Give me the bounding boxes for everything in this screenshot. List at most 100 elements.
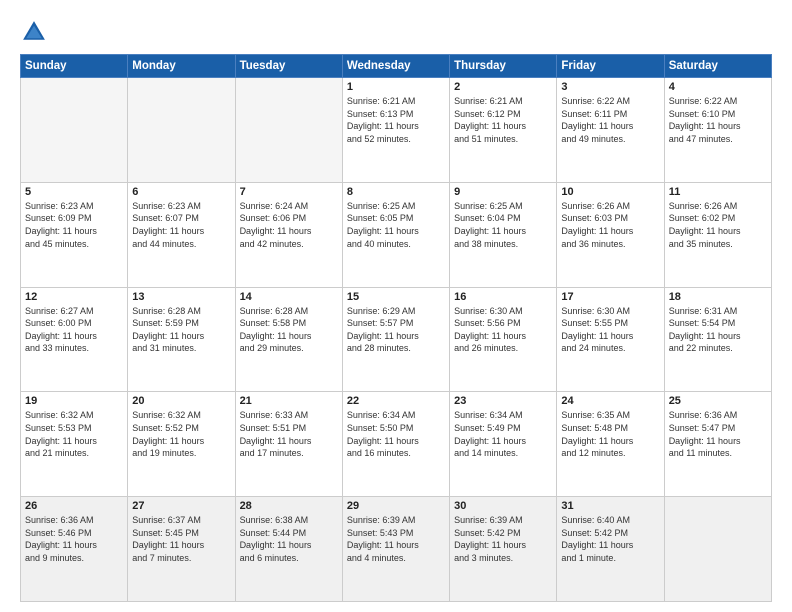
calendar-cell: 11 Sunrise: 6:26 AM Sunset: 6:02 PM Dayli…	[664, 182, 771, 287]
day-number: 27	[132, 500, 230, 512]
day-number: 1	[347, 81, 445, 93]
day-number: 20	[132, 395, 230, 407]
cell-info: Sunrise: 6:37 AM Sunset: 5:45 PM Dayligh…	[132, 514, 230, 564]
day-number: 8	[347, 186, 445, 198]
cell-info: Sunrise: 6:38 AM Sunset: 5:44 PM Dayligh…	[240, 514, 338, 564]
cell-info: Sunrise: 6:22 AM Sunset: 6:11 PM Dayligh…	[561, 95, 659, 145]
day-number: 6	[132, 186, 230, 198]
day-number: 28	[240, 500, 338, 512]
day-number: 14	[240, 291, 338, 303]
day-number: 17	[561, 291, 659, 303]
calendar-cell: 17 Sunrise: 6:30 AM Sunset: 5:55 PM Dayli…	[557, 287, 664, 392]
calendar-cell: 26 Sunrise: 6:36 AM Sunset: 5:46 PM Dayli…	[21, 497, 128, 602]
cell-info: Sunrise: 6:31 AM Sunset: 5:54 PM Dayligh…	[669, 305, 767, 355]
header	[20, 18, 772, 46]
calendar-cell	[128, 78, 235, 183]
calendar-cell: 12 Sunrise: 6:27 AM Sunset: 6:00 PM Dayli…	[21, 287, 128, 392]
calendar-page: SundayMondayTuesdayWednesdayThursdayFrid…	[0, 0, 792, 612]
weekday-header-sunday: Sunday	[21, 55, 128, 78]
cell-info: Sunrise: 6:35 AM Sunset: 5:48 PM Dayligh…	[561, 409, 659, 459]
week-row-4: 19 Sunrise: 6:32 AM Sunset: 5:53 PM Dayli…	[21, 392, 772, 497]
calendar-cell: 15 Sunrise: 6:29 AM Sunset: 5:57 PM Dayli…	[342, 287, 449, 392]
cell-info: Sunrise: 6:30 AM Sunset: 5:55 PM Dayligh…	[561, 305, 659, 355]
weekday-header-row: SundayMondayTuesdayWednesdayThursdayFrid…	[21, 55, 772, 78]
cell-info: Sunrise: 6:28 AM Sunset: 5:58 PM Dayligh…	[240, 305, 338, 355]
cell-info: Sunrise: 6:34 AM Sunset: 5:49 PM Dayligh…	[454, 409, 552, 459]
day-number: 23	[454, 395, 552, 407]
calendar-cell: 29 Sunrise: 6:39 AM Sunset: 5:43 PM Dayli…	[342, 497, 449, 602]
calendar-cell: 30 Sunrise: 6:39 AM Sunset: 5:42 PM Dayli…	[450, 497, 557, 602]
day-number: 26	[25, 500, 123, 512]
calendar-cell: 22Sunrise: 6:34 AM Sunset: 5:50 PM Dayli…	[342, 392, 449, 497]
cell-info: Sunrise: 6:22 AM Sunset: 6:10 PM Dayligh…	[669, 95, 767, 145]
cell-info: Sunrise: 6:39 AM Sunset: 5:42 PM Dayligh…	[454, 514, 552, 564]
day-number: 2	[454, 81, 552, 93]
week-row-3: 12 Sunrise: 6:27 AM Sunset: 6:00 PM Dayli…	[21, 287, 772, 392]
calendar-cell: 19 Sunrise: 6:32 AM Sunset: 5:53 PM Dayli…	[21, 392, 128, 497]
day-number: 29	[347, 500, 445, 512]
cell-info: Sunrise: 6:26 AM Sunset: 6:02 PM Dayligh…	[669, 200, 767, 250]
calendar-cell: 25Sunrise: 6:36 AM Sunset: 5:47 PM Dayli…	[664, 392, 771, 497]
day-number: 12	[25, 291, 123, 303]
logo-icon	[20, 18, 48, 46]
weekday-header-tuesday: Tuesday	[235, 55, 342, 78]
day-number: 4	[669, 81, 767, 93]
calendar-cell: 8 Sunrise: 6:25 AM Sunset: 6:05 PM Daylig…	[342, 182, 449, 287]
cell-info: Sunrise: 6:36 AM Sunset: 5:46 PM Dayligh…	[25, 514, 123, 564]
weekday-header-monday: Monday	[128, 55, 235, 78]
cell-info: Sunrise: 6:32 AM Sunset: 5:52 PM Dayligh…	[132, 409, 230, 459]
cell-info: Sunrise: 6:24 AM Sunset: 6:06 PM Dayligh…	[240, 200, 338, 250]
day-number: 19	[25, 395, 123, 407]
cell-info: Sunrise: 6:29 AM Sunset: 5:57 PM Dayligh…	[347, 305, 445, 355]
day-number: 30	[454, 500, 552, 512]
calendar-table: SundayMondayTuesdayWednesdayThursdayFrid…	[20, 54, 772, 602]
weekday-header-thursday: Thursday	[450, 55, 557, 78]
cell-info: Sunrise: 6:28 AM Sunset: 5:59 PM Dayligh…	[132, 305, 230, 355]
cell-info: Sunrise: 6:40 AM Sunset: 5:42 PM Dayligh…	[561, 514, 659, 564]
day-number: 10	[561, 186, 659, 198]
cell-info: Sunrise: 6:21 AM Sunset: 6:13 PM Dayligh…	[347, 95, 445, 145]
calendar-cell: 20 Sunrise: 6:32 AM Sunset: 5:52 PM Dayli…	[128, 392, 235, 497]
calendar-cell: 14 Sunrise: 6:28 AM Sunset: 5:58 PM Dayli…	[235, 287, 342, 392]
cell-info: Sunrise: 6:32 AM Sunset: 5:53 PM Dayligh…	[25, 409, 123, 459]
day-number: 16	[454, 291, 552, 303]
weekday-header-wednesday: Wednesday	[342, 55, 449, 78]
calendar-cell: 13 Sunrise: 6:28 AM Sunset: 5:59 PM Dayli…	[128, 287, 235, 392]
calendar-cell: 4 Sunrise: 6:22 AM Sunset: 6:10 PM Daylig…	[664, 78, 771, 183]
day-number: 21	[240, 395, 338, 407]
calendar-cell: 16Sunrise: 6:30 AM Sunset: 5:56 PM Dayli…	[450, 287, 557, 392]
calendar-cell: 18Sunrise: 6:31 AM Sunset: 5:54 PM Dayli…	[664, 287, 771, 392]
calendar-cell: 27 Sunrise: 6:37 AM Sunset: 5:45 PM Dayli…	[128, 497, 235, 602]
day-number: 11	[669, 186, 767, 198]
cell-info: Sunrise: 6:25 AM Sunset: 6:05 PM Dayligh…	[347, 200, 445, 250]
week-row-5: 26 Sunrise: 6:36 AM Sunset: 5:46 PM Dayli…	[21, 497, 772, 602]
day-number: 9	[454, 186, 552, 198]
logo	[20, 18, 52, 46]
cell-info: Sunrise: 6:21 AM Sunset: 6:12 PM Dayligh…	[454, 95, 552, 145]
cell-info: Sunrise: 6:27 AM Sunset: 6:00 PM Dayligh…	[25, 305, 123, 355]
calendar-cell: 31 Sunrise: 6:40 AM Sunset: 5:42 PM Dayli…	[557, 497, 664, 602]
calendar-cell: 7 Sunrise: 6:24 AM Sunset: 6:06 PM Daylig…	[235, 182, 342, 287]
cell-info: Sunrise: 6:34 AM Sunset: 5:50 PM Dayligh…	[347, 409, 445, 459]
cell-info: Sunrise: 6:33 AM Sunset: 5:51 PM Dayligh…	[240, 409, 338, 459]
day-number: 13	[132, 291, 230, 303]
calendar-cell	[664, 497, 771, 602]
calendar-cell	[21, 78, 128, 183]
cell-info: Sunrise: 6:26 AM Sunset: 6:03 PM Dayligh…	[561, 200, 659, 250]
day-number: 24	[561, 395, 659, 407]
day-number: 25	[669, 395, 767, 407]
cell-info: Sunrise: 6:23 AM Sunset: 6:07 PM Dayligh…	[132, 200, 230, 250]
day-number: 31	[561, 500, 659, 512]
day-number: 3	[561, 81, 659, 93]
calendar-cell: 10 Sunrise: 6:26 AM Sunset: 6:03 PM Dayli…	[557, 182, 664, 287]
day-number: 15	[347, 291, 445, 303]
calendar-cell: 9 Sunrise: 6:25 AM Sunset: 6:04 PM Daylig…	[450, 182, 557, 287]
weekday-header-saturday: Saturday	[664, 55, 771, 78]
week-row-1: 1 Sunrise: 6:21 AM Sunset: 6:13 PM Daylig…	[21, 78, 772, 183]
cell-info: Sunrise: 6:25 AM Sunset: 6:04 PM Dayligh…	[454, 200, 552, 250]
calendar-cell: 24 Sunrise: 6:35 AM Sunset: 5:48 PM Dayli…	[557, 392, 664, 497]
weekday-header-friday: Friday	[557, 55, 664, 78]
calendar-cell	[235, 78, 342, 183]
day-number: 7	[240, 186, 338, 198]
cell-info: Sunrise: 6:39 AM Sunset: 5:43 PM Dayligh…	[347, 514, 445, 564]
